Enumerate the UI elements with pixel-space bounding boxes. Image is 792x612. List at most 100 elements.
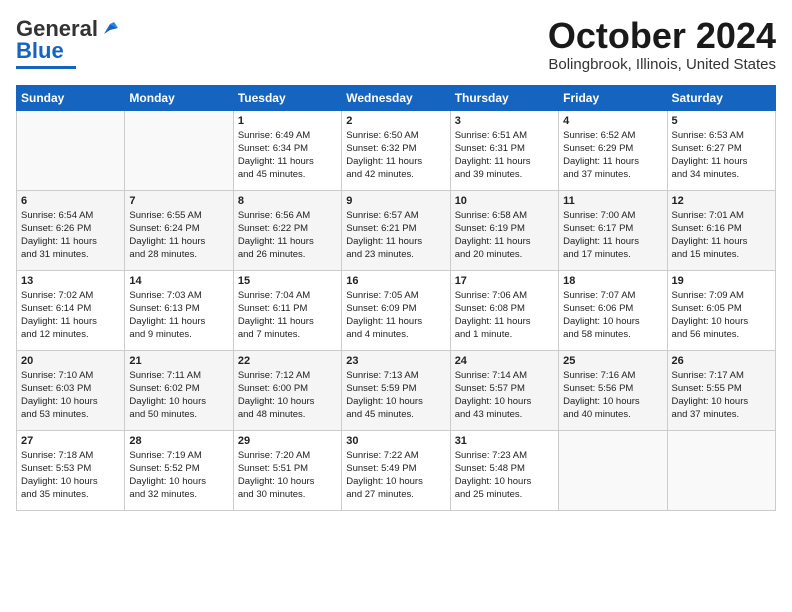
day-number: 4 [563, 115, 662, 127]
day-number: 9 [346, 195, 445, 207]
calendar-cell [667, 430, 775, 510]
day-header-friday: Friday [559, 85, 667, 110]
day-info: Sunrise: 7:20 AM Sunset: 5:51 PM Dayligh… [238, 449, 337, 502]
day-info: Sunrise: 6:54 AM Sunset: 6:26 PM Dayligh… [21, 209, 120, 262]
day-number: 27 [21, 435, 120, 447]
day-info: Sunrise: 7:22 AM Sunset: 5:49 PM Dayligh… [346, 449, 445, 502]
calendar-cell: 1 Sunrise: 6:49 AM Sunset: 6:34 PM Daylig… [233, 110, 341, 190]
calendar-cell: 13 Sunrise: 7:02 AM Sunset: 6:14 PM Dayli… [17, 270, 125, 350]
day-info: Sunrise: 7:04 AM Sunset: 6:11 PM Dayligh… [238, 289, 337, 342]
day-number: 11 [563, 195, 662, 207]
day-number: 18 [563, 275, 662, 287]
calendar-cell: 19Sunrise: 7:09 AM Sunset: 6:05 PM Dayli… [667, 270, 775, 350]
logo: General Blue [16, 16, 118, 69]
calendar-cell: 2 Sunrise: 6:50 AM Sunset: 6:32 PM Daylig… [342, 110, 450, 190]
calendar-cell: 25 Sunrise: 7:16 AM Sunset: 5:56 PM Dayli… [559, 350, 667, 430]
day-info: Sunrise: 6:56 AM Sunset: 6:22 PM Dayligh… [238, 209, 337, 262]
calendar-cell: 16Sunrise: 7:05 AM Sunset: 6:09 PM Dayli… [342, 270, 450, 350]
calendar-cell: 27Sunrise: 7:18 AM Sunset: 5:53 PM Dayli… [17, 430, 125, 510]
day-header-monday: Monday [125, 85, 233, 110]
day-number: 30 [346, 435, 445, 447]
day-info: Sunrise: 7:07 AM Sunset: 6:06 PM Dayligh… [563, 289, 662, 342]
day-number: 10 [455, 195, 554, 207]
day-number: 1 [238, 115, 337, 127]
logo-underline [16, 66, 76, 69]
calendar-cell: 17Sunrise: 7:06 AM Sunset: 6:08 PM Dayli… [450, 270, 558, 350]
day-info: Sunrise: 6:57 AM Sunset: 6:21 PM Dayligh… [346, 209, 445, 262]
day-info: Sunrise: 7:17 AM Sunset: 5:55 PM Dayligh… [672, 369, 771, 422]
day-header-saturday: Saturday [667, 85, 775, 110]
calendar-cell: 9 Sunrise: 6:57 AM Sunset: 6:21 PM Daylig… [342, 190, 450, 270]
day-number: 8 [238, 195, 337, 207]
day-number: 24 [455, 355, 554, 367]
location: Bolingbrook, Illinois, United States [548, 56, 776, 73]
calendar-cell: 15Sunrise: 7:04 AM Sunset: 6:11 PM Dayli… [233, 270, 341, 350]
day-number: 26 [672, 355, 771, 367]
calendar-cell: 7 Sunrise: 6:55 AM Sunset: 6:24 PM Daylig… [125, 190, 233, 270]
day-header-thursday: Thursday [450, 85, 558, 110]
calendar-cell: 4Sunrise: 6:52 AM Sunset: 6:29 PM Daylig… [559, 110, 667, 190]
day-header-tuesday: Tuesday [233, 85, 341, 110]
day-info: Sunrise: 7:11 AM Sunset: 6:02 PM Dayligh… [129, 369, 228, 422]
page-header: General Blue October 2024 Bolingbrook, I… [16, 16, 776, 73]
calendar-cell: 21 Sunrise: 7:11 AM Sunset: 6:02 PM Dayli… [125, 350, 233, 430]
day-info: Sunrise: 6:50 AM Sunset: 6:32 PM Dayligh… [346, 129, 445, 182]
day-info: Sunrise: 7:10 AM Sunset: 6:03 PM Dayligh… [21, 369, 120, 422]
logo-blue: Blue [16, 38, 64, 64]
logo-bird-icon [100, 20, 118, 38]
day-info: Sunrise: 6:55 AM Sunset: 6:24 PM Dayligh… [129, 209, 228, 262]
day-number: 17 [455, 275, 554, 287]
day-header-wednesday: Wednesday [342, 85, 450, 110]
calendar-cell: 26 Sunrise: 7:17 AM Sunset: 5:55 PM Dayli… [667, 350, 775, 430]
day-number: 13 [21, 275, 120, 287]
day-number: 29 [238, 435, 337, 447]
day-info: Sunrise: 7:16 AM Sunset: 5:56 PM Dayligh… [563, 369, 662, 422]
day-info: Sunrise: 7:02 AM Sunset: 6:14 PM Dayligh… [21, 289, 120, 342]
day-number: 25 [563, 355, 662, 367]
day-info: Sunrise: 7:09 AM Sunset: 6:05 PM Dayligh… [672, 289, 771, 342]
day-number: 3 [455, 115, 554, 127]
calendar-cell: 28 Sunrise: 7:19 AM Sunset: 5:52 PM Dayli… [125, 430, 233, 510]
day-number: 5 [672, 115, 771, 127]
calendar-week-row: 6 Sunrise: 6:54 AM Sunset: 6:26 PM Daylig… [17, 190, 776, 270]
calendar-cell: 6 Sunrise: 6:54 AM Sunset: 6:26 PM Daylig… [17, 190, 125, 270]
day-number: 31 [455, 435, 554, 447]
day-number: 20 [21, 355, 120, 367]
day-info: Sunrise: 6:53 AM Sunset: 6:27 PM Dayligh… [672, 129, 771, 182]
day-info: Sunrise: 7:03 AM Sunset: 6:13 PM Dayligh… [129, 289, 228, 342]
calendar-week-row: 1 Sunrise: 6:49 AM Sunset: 6:34 PM Daylig… [17, 110, 776, 190]
day-number: 21 [129, 355, 228, 367]
calendar-cell: 14 Sunrise: 7:03 AM Sunset: 6:13 PM Dayli… [125, 270, 233, 350]
day-number: 6 [21, 195, 120, 207]
calendar-cell: 22Sunrise: 7:12 AM Sunset: 6:00 PM Dayli… [233, 350, 341, 430]
calendar-table: SundayMondayTuesdayWednesdayThursdayFrid… [16, 85, 776, 511]
day-number: 2 [346, 115, 445, 127]
calendar-week-row: 27Sunrise: 7:18 AM Sunset: 5:53 PM Dayli… [17, 430, 776, 510]
calendar-cell [17, 110, 125, 190]
day-info: Sunrise: 7:00 AM Sunset: 6:17 PM Dayligh… [563, 209, 662, 262]
day-info: Sunrise: 6:49 AM Sunset: 6:34 PM Dayligh… [238, 129, 337, 182]
calendar-cell: 5 Sunrise: 6:53 AM Sunset: 6:27 PM Daylig… [667, 110, 775, 190]
calendar-cell: 31Sunrise: 7:23 AM Sunset: 5:48 PM Dayli… [450, 430, 558, 510]
calendar-cell: 29 Sunrise: 7:20 AM Sunset: 5:51 PM Dayli… [233, 430, 341, 510]
month-title: October 2024 [548, 16, 776, 56]
calendar-cell: 24 Sunrise: 7:14 AM Sunset: 5:57 PM Dayli… [450, 350, 558, 430]
day-number: 14 [129, 275, 228, 287]
calendar-cell: 10Sunrise: 6:58 AM Sunset: 6:19 PM Dayli… [450, 190, 558, 270]
day-header-sunday: Sunday [17, 85, 125, 110]
calendar-cell: 30 Sunrise: 7:22 AM Sunset: 5:49 PM Dayli… [342, 430, 450, 510]
day-number: 28 [129, 435, 228, 447]
calendar-cell: 20 Sunrise: 7:10 AM Sunset: 6:03 PM Dayli… [17, 350, 125, 430]
day-info: Sunrise: 7:01 AM Sunset: 6:16 PM Dayligh… [672, 209, 771, 262]
calendar-cell: 18 Sunrise: 7:07 AM Sunset: 6:06 PM Dayli… [559, 270, 667, 350]
title-block: October 2024 Bolingbrook, Illinois, Unit… [548, 16, 776, 73]
day-info: Sunrise: 7:14 AM Sunset: 5:57 PM Dayligh… [455, 369, 554, 422]
day-number: 7 [129, 195, 228, 207]
day-number: 22 [238, 355, 337, 367]
day-info: Sunrise: 7:19 AM Sunset: 5:52 PM Dayligh… [129, 449, 228, 502]
calendar-cell: 12Sunrise: 7:01 AM Sunset: 6:16 PM Dayli… [667, 190, 775, 270]
calendar-header-row: SundayMondayTuesdayWednesdayThursdayFrid… [17, 85, 776, 110]
day-number: 23 [346, 355, 445, 367]
calendar-cell [559, 430, 667, 510]
calendar-cell: 3Sunrise: 6:51 AM Sunset: 6:31 PM Daylig… [450, 110, 558, 190]
